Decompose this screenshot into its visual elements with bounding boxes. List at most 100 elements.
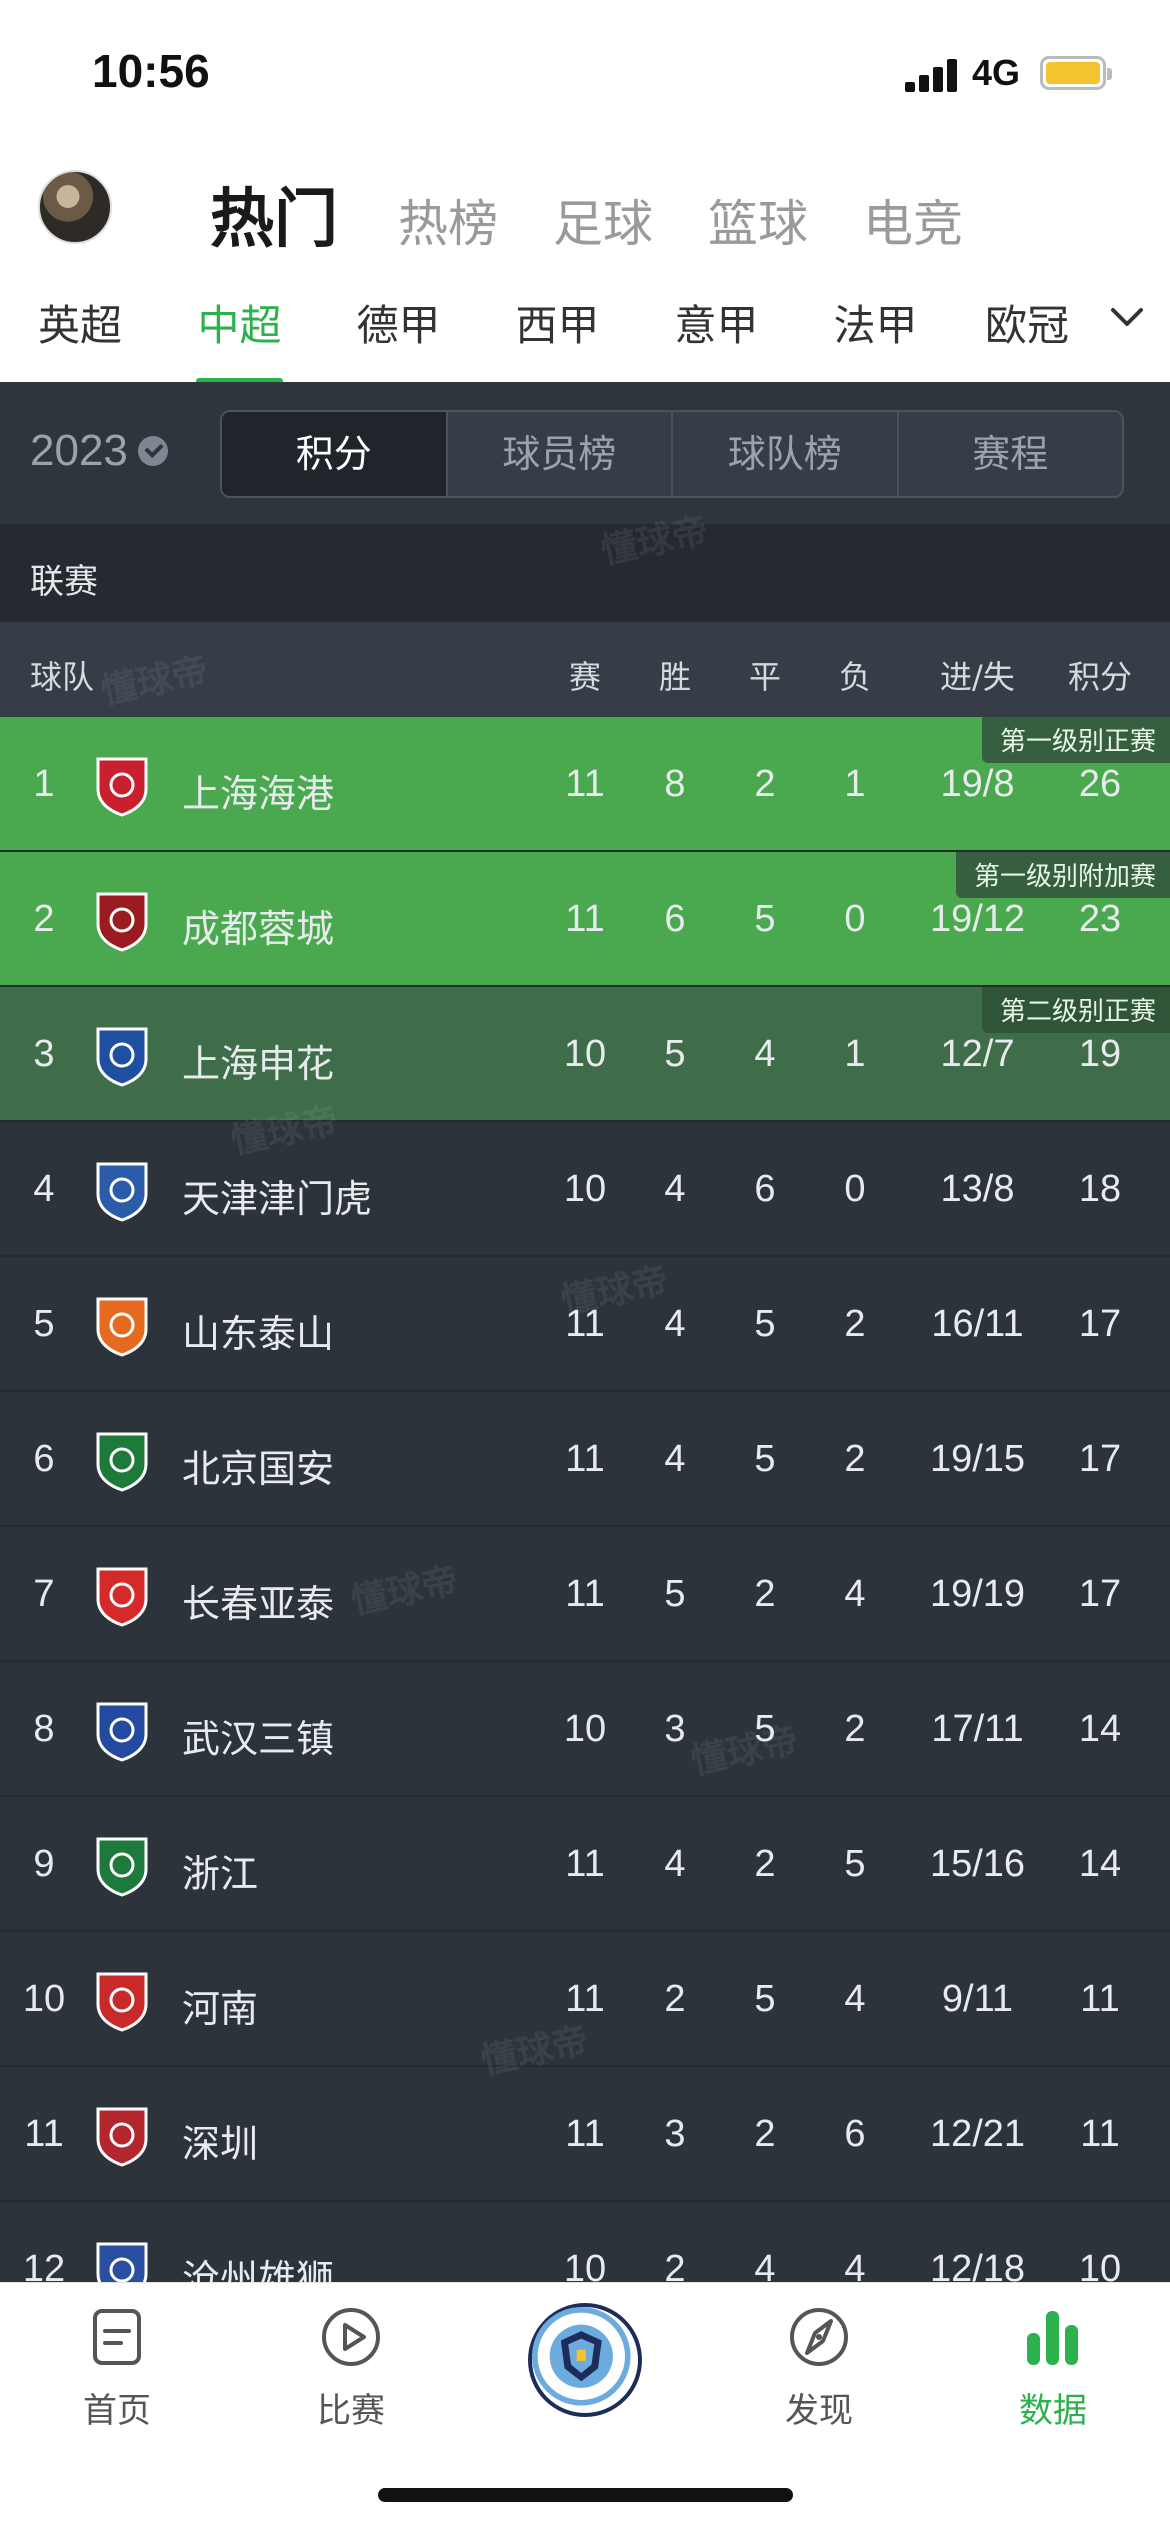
table-row[interactable]: 3 上海申花 10 5 4 1 12/7 19 第二级别正赛: [0, 987, 1170, 1122]
tab-hot[interactable]: 热门: [210, 168, 338, 260]
nav-matches[interactable]: 比赛: [261, 2305, 441, 2432]
won-count: 4: [664, 1303, 686, 1345]
points-total: 14: [1078, 1843, 1122, 1885]
segment-standings[interactable]: 积分: [222, 412, 448, 496]
nav-discover-label: 发现: [785, 2391, 853, 2431]
drawn-count: 6: [754, 1168, 776, 1210]
team-rank: 6: [33, 1438, 55, 1480]
goals-for-against: 12/7: [940, 1033, 1015, 1075]
points-total: 11: [1080, 2113, 1120, 2155]
table-row[interactable]: 6 北京国安 11 4 5 2 19/15 17: [0, 1392, 1170, 1527]
team-rank: 7: [33, 1573, 55, 1615]
team-rank: 4: [33, 1168, 55, 1210]
season-year: 2023: [30, 426, 128, 475]
points-total: 19: [1078, 1033, 1122, 1075]
drawn-count: 5: [754, 1438, 776, 1480]
home-indicator: [378, 2488, 793, 2502]
table-row[interactable]: 4 天津津门虎 10 4 6 0 13/8 18: [0, 1122, 1170, 1257]
won-count: 4: [664, 1843, 686, 1885]
team-name: 山东泰山: [182, 1312, 335, 1356]
table-row[interactable]: 1 上海海港 11 8 2 1 19/8 26 第一级别正赛: [0, 717, 1170, 852]
segment-player-rank[interactable]: 球员榜: [448, 412, 673, 496]
played-count: 11: [565, 1438, 605, 1480]
played-count: 10: [563, 1168, 607, 1210]
table-row[interactable]: 5 山东泰山 11 4 5 2 16/11 17: [0, 1257, 1170, 1392]
chevron-down-icon[interactable]: [1110, 306, 1143, 336]
tab-esports[interactable]: 电竞: [863, 184, 963, 256]
avatar[interactable]: [38, 170, 112, 244]
table-row[interactable]: 9 浙江 11 4 2 5 15/16 14: [0, 1797, 1170, 1932]
league-section-header: 联赛: [0, 524, 1170, 622]
team-logo-icon: [92, 2240, 152, 2282]
col-played: 赛: [569, 658, 602, 696]
goals-for-against: 12/18: [929, 2248, 1026, 2282]
col-points: 积分: [1068, 658, 1133, 696]
tab-basketball[interactable]: 篮球: [708, 184, 808, 256]
table-row[interactable]: 12 沧州雄狮 10 2 4 4 12/18 10: [0, 2202, 1170, 2282]
play-circle-icon: [319, 2305, 383, 2369]
league-tab-csl[interactable]: 中超: [160, 292, 319, 384]
lost-count: 4: [844, 1978, 866, 2020]
points-total: 10: [1078, 2248, 1122, 2282]
segment-team-rank[interactable]: 球队榜: [673, 412, 899, 496]
zone-badge: 第二级别正赛: [981, 987, 1170, 1033]
team-name: 河南: [182, 1987, 259, 2031]
league-tab-laliga[interactable]: 西甲: [478, 292, 637, 362]
team-rank: 1: [33, 763, 55, 805]
col-won: 胜: [659, 658, 692, 696]
nav-data[interactable]: 数据: [963, 2305, 1143, 2432]
played-count: 11: [565, 898, 605, 940]
col-lost: 负: [839, 658, 872, 696]
team-logo-icon: [92, 1430, 152, 1492]
lost-count: 6: [844, 2113, 866, 2155]
table-row[interactable]: 7 长春亚泰 11 5 2 4 19/19 17: [0, 1527, 1170, 1662]
team-logo-icon: [92, 1970, 152, 2032]
nav-home[interactable]: 首页: [27, 2305, 207, 2432]
goals-for-against: 19/8: [940, 763, 1015, 805]
team-logo-icon: [92, 890, 152, 952]
won-count: 5: [664, 1033, 686, 1075]
league-tab-epl[interactable]: 英超: [0, 292, 160, 362]
table-header: 球队 赛 胜 平 负 进/失 积分: [0, 622, 1170, 717]
table-row[interactable]: 10 河南 11 2 5 4 9/11 11: [0, 1932, 1170, 2067]
nav-discover[interactable]: 发现: [729, 2305, 909, 2432]
won-count: 5: [664, 1573, 686, 1615]
team-logo-icon: [92, 2105, 152, 2167]
points-total: 26: [1078, 763, 1122, 805]
team-logo-icon: [92, 1160, 152, 1222]
table-row[interactable]: 8 武汉三镇 10 3 5 2 17/11 14: [0, 1662, 1170, 1797]
col-team: 球队: [30, 658, 95, 696]
lost-count: 4: [844, 2248, 866, 2282]
team-name: 长春亚泰: [182, 1582, 335, 1626]
tab-football[interactable]: 足球: [553, 184, 653, 256]
lost-count: 0: [844, 1168, 866, 1210]
tab-hot-list[interactable]: 热榜: [398, 184, 498, 256]
table-row[interactable]: 2 成都蓉城 11 6 5 0 19/12 23 第一级别附加赛: [0, 852, 1170, 987]
goals-for-against: 13/8: [940, 1168, 1015, 1210]
drawn-count: 4: [754, 1033, 776, 1075]
league-tab-seriea[interactable]: 意甲: [637, 292, 796, 362]
league-tab-bundesliga[interactable]: 德甲: [319, 292, 478, 362]
view-segmented-control: 积分 球员榜 球队榜 赛程: [220, 410, 1124, 498]
league-tab-ligue1[interactable]: 法甲: [796, 292, 955, 362]
drawn-count: 5: [754, 1708, 776, 1750]
club-crest-icon[interactable]: [528, 2303, 642, 2417]
segment-schedule[interactable]: 赛程: [899, 412, 1123, 496]
standings-table: 1 上海海港 11 8 2 1 19/8 26 第一级别正赛 2 成都蓉城 11 6 5 0 19/12 23 第…: [0, 717, 1170, 2282]
drawn-count: 2: [754, 1843, 776, 1885]
played-count: 11: [565, 763, 605, 805]
points-total: 14: [1078, 1708, 1122, 1750]
top-tabs: 热门 热榜 足球 篮球 电竞: [210, 168, 1018, 260]
drawn-count: 5: [754, 1303, 776, 1345]
won-count: 3: [664, 2113, 686, 2155]
team-rank: 5: [33, 1303, 55, 1345]
league-tab-ucl[interactable]: 欧冠: [955, 292, 1085, 362]
top-header: 热门 热榜 足球 篮球 电竞: [0, 150, 1170, 270]
team-name: 武汉三镇: [182, 1717, 335, 1761]
won-count: 2: [664, 1978, 686, 2020]
table-row[interactable]: 11 深圳 11 3 2 6 12/21 11: [0, 2067, 1170, 2202]
season-selector[interactable]: 2023: [30, 426, 168, 476]
goals-for-against: 15/16: [929, 1843, 1026, 1885]
team-name: 上海海港: [182, 772, 335, 816]
won-count: 6: [664, 898, 686, 940]
